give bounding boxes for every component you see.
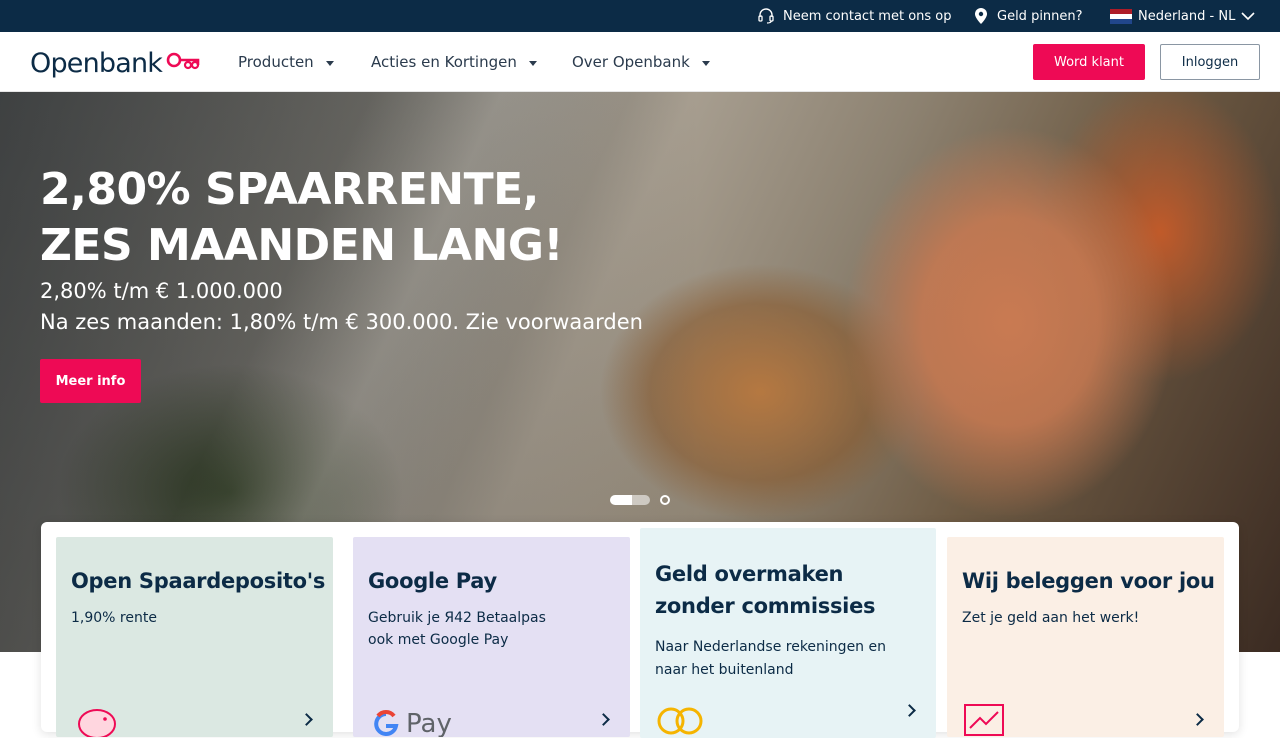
hero-subtitle-line2: Na zes maanden: 1,80% t/m € 300.000. Zie… — [40, 310, 643, 334]
hero-title-line2: ZES MAANDEN LANG! — [40, 220, 564, 271]
logo-text: Openbank — [30, 47, 163, 79]
atm-label: Geld pinnen? — [997, 8, 1083, 24]
more-info-button[interactable]: Meer info — [40, 359, 141, 403]
card-text-line2: naar het buitenland — [655, 662, 794, 678]
chevron-down-icon — [1241, 11, 1255, 21]
language-label: Nederland - NL — [1138, 8, 1236, 24]
caret-down-icon — [701, 61, 710, 66]
menu-acties-kortingen[interactable]: Acties en Kortingen — [371, 32, 537, 92]
card-text-line2: ook met Google Pay — [368, 632, 509, 648]
card-title: Wij beleggen voor jou — [962, 569, 1215, 593]
contact-link[interactable]: Neem contact met ons op — [757, 0, 952, 32]
carousel-dot-active[interactable] — [610, 495, 650, 505]
location-pin-icon — [973, 7, 989, 25]
contact-label: Neem contact met ons op — [783, 8, 952, 24]
svg-text:Pay: Pay — [406, 709, 452, 737]
card-geld-overmaken[interactable]: Geld overmaken zonder commissies Naar Ne… — [640, 528, 936, 738]
menu-label-acties: Acties en Kortingen — [371, 53, 517, 71]
menu-producten[interactable]: Producten — [238, 32, 334, 92]
menu-label-over: Over Openbank — [572, 53, 690, 71]
card-spaardeposito[interactable]: Open Spaardeposito's 1,90% rente — [56, 537, 333, 737]
card-beleggen[interactable]: Wij beleggen voor jou Zet je geld aan he… — [947, 537, 1224, 737]
caret-down-icon — [325, 61, 334, 66]
caret-down-icon — [528, 61, 537, 66]
card-text: Zet je geld aan het werk! — [962, 610, 1140, 626]
hero-subtitle-line1: 2,80% t/m € 1.000.000 — [40, 279, 283, 303]
card-title: Open Spaardeposito's — [71, 569, 326, 593]
language-selector[interactable]: Nederland - NL — [1110, 0, 1255, 32]
hero-title: 2,80% SPAARRENTE, ZES MAANDEN LANG! — [40, 162, 740, 274]
euro-coin-icon — [655, 703, 705, 738]
openbank-logo[interactable]: Openbank — [30, 46, 200, 80]
signup-button[interactable]: Word klant — [1033, 44, 1145, 80]
top-utility-bar: Neem contact met ons op Geld pinnen? Ned… — [0, 0, 1280, 32]
menu-over-openbank[interactable]: Over Openbank — [572, 32, 710, 92]
hero-title-line1: 2,80% SPAARRENTE, — [40, 164, 539, 215]
headset-icon — [757, 7, 775, 25]
menu-label-producten: Producten — [238, 53, 314, 71]
card-text-line1: Naar Nederlandse rekeningen en — [655, 639, 886, 655]
card-google-pay[interactable]: Google Pay Gebruik je Я42 Betaalpas ook … — [353, 537, 630, 737]
card-title-line1: Geld overmaken — [655, 562, 844, 586]
main-navigation: Openbank Producten Acties en Kortingen O… — [0, 32, 1280, 92]
key-logo-icon — [166, 51, 200, 75]
netherlands-flag-icon — [1110, 8, 1132, 24]
card-text: 1,90% rente — [71, 610, 157, 626]
chevron-right-icon — [903, 704, 916, 717]
card-title: Google Pay — [368, 569, 497, 593]
card-title-line2: zonder commissies — [655, 594, 876, 618]
card-text-line1: Gebruik je Я42 Betaalpas — [368, 610, 546, 626]
carousel-dot[interactable] — [660, 495, 670, 505]
carousel-indicators — [610, 495, 670, 505]
login-button[interactable]: Inloggen — [1160, 44, 1260, 80]
atm-link[interactable]: Geld pinnen? — [973, 0, 1083, 32]
product-cards: Open Spaardeposito's 1,90% rente Google … — [41, 522, 1239, 738]
